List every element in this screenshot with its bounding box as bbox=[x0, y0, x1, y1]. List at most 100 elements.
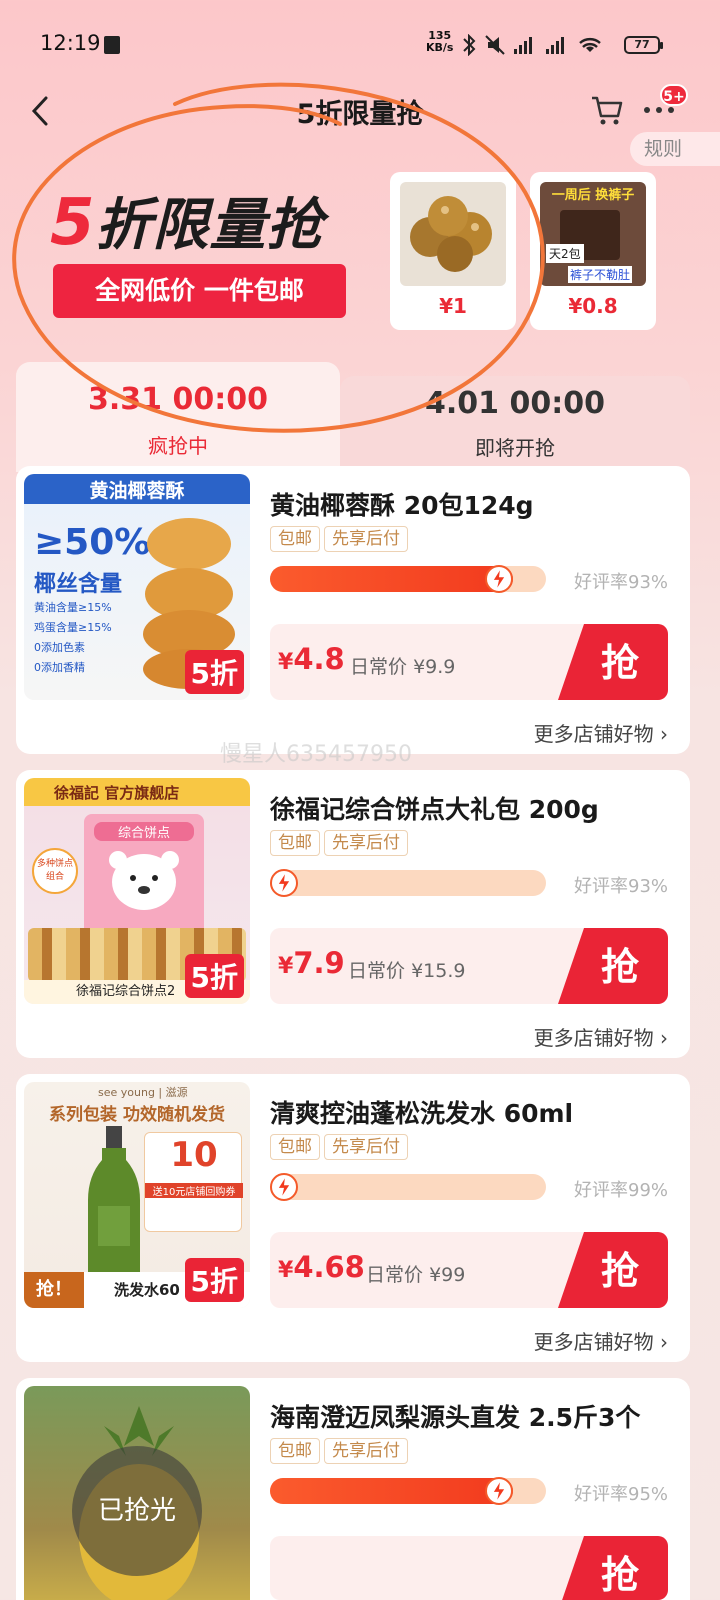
discount-badge: 5折 bbox=[184, 954, 244, 998]
tab-current-session[interactable]: 3.31 00:00 疯抢中 bbox=[16, 362, 340, 472]
image-grab-label: 抢！ bbox=[24, 1272, 84, 1308]
rating-text: 好评率95% bbox=[574, 1484, 669, 1505]
chevron-right-icon: › bbox=[660, 722, 668, 746]
image-banner-text: 黄油椰蓉酥 bbox=[89, 480, 185, 502]
product-image: 徐福記 官方旗舰店 综合饼点 多种饼点组合 徐福记综合饼点2 5折 bbox=[24, 778, 250, 1004]
daily-price-value: ¥9.9 bbox=[413, 656, 456, 678]
rules-button[interactable]: 规则 bbox=[630, 132, 720, 166]
product-card[interactable]: see young | 滋源 系列包装 功效随机发货 10 送10元店铺回购券 … bbox=[16, 1074, 690, 1362]
tag-pay-later: 先享后付 bbox=[324, 830, 408, 856]
grab-button-label: 抢 bbox=[601, 641, 640, 685]
mini-product-image: 一周后 换裤子 天2包 裤子不勒肚 bbox=[540, 182, 646, 286]
bear-illustration bbox=[109, 851, 179, 910]
lightning-icon bbox=[484, 1477, 513, 1505]
image-list-item: 0添加色素 bbox=[34, 641, 85, 654]
bottle-illustration bbox=[88, 1126, 140, 1280]
image-list-item: 0添加香精 bbox=[34, 661, 85, 674]
cart-icon[interactable] bbox=[590, 94, 624, 126]
mini-product-price: ¥0.8 bbox=[568, 294, 618, 318]
grab-button-label: 抢 bbox=[601, 945, 640, 989]
tag-list: 包邮 先享后付 bbox=[270, 526, 412, 552]
current-price: ¥7.9 bbox=[278, 946, 345, 980]
image-brand: see young | 滋源 bbox=[98, 1086, 188, 1099]
coupon-note: 送10元店铺回购券 bbox=[145, 1183, 243, 1198]
mini-product-card[interactable]: ¥1 bbox=[390, 172, 516, 330]
wifi-icon bbox=[579, 38, 601, 52]
more-shop-link[interactable]: 更多店铺好物 › bbox=[534, 1022, 668, 1051]
product-title[interactable]: 清爽控油蓬松洗发水 60ml bbox=[270, 1094, 573, 1130]
current-price: ¥4.8 bbox=[278, 642, 345, 676]
chevron-right-icon: › bbox=[660, 1330, 668, 1354]
product-title[interactable]: 徐福记综合饼点大礼包 200g bbox=[270, 790, 599, 826]
sim-icon bbox=[104, 36, 120, 54]
tab-time: 4.01 00:00 bbox=[425, 386, 605, 421]
image-list-item: 黄油含量≥15% bbox=[34, 601, 112, 614]
more-shop-link[interactable]: 更多店铺好物 › bbox=[534, 718, 668, 747]
banner-heading-accent: 5 bbox=[50, 186, 96, 260]
grab-button[interactable]: 抢 bbox=[558, 624, 668, 700]
battery-indicator: 77 bbox=[624, 36, 663, 54]
image-headline: 系列包装 功效随机发货 bbox=[49, 1105, 225, 1125]
product-image: see young | 滋源 系列包装 功效随机发货 10 送10元店铺回购券 … bbox=[24, 1082, 250, 1308]
product-title[interactable]: 海南澄迈凤梨源头直发 2.5斤3个 bbox=[270, 1398, 640, 1434]
mini-product-card[interactable]: 一周后 换裤子 天2包 裤子不勒肚 ¥0.8 bbox=[530, 172, 656, 330]
tab-status: 即将开抢 bbox=[475, 436, 555, 460]
lightning-icon bbox=[270, 869, 298, 897]
banner-tagline: 全网低价 一件包邮 bbox=[53, 264, 346, 318]
mini-image-label-top: 一周后 换裤子 bbox=[551, 188, 635, 203]
tag-free-shipping: 包邮 bbox=[270, 526, 320, 552]
sales-progress-bar bbox=[270, 1477, 546, 1505]
network-speed-unit: KB/s bbox=[426, 41, 454, 54]
daily-price: 日常价 ¥9.9 bbox=[350, 652, 455, 679]
product-image: 已抢光 bbox=[24, 1386, 250, 1600]
tab-next-session[interactable]: 4.01 00:00 即将开抢 bbox=[340, 376, 690, 472]
tag-list: 包邮 先享后付 bbox=[270, 830, 412, 856]
image-list-item: 鸡蛋含量≥15% bbox=[34, 621, 112, 634]
price-value: 4.8 bbox=[293, 642, 345, 676]
mute-icon bbox=[485, 35, 505, 55]
grab-button[interactable]: 抢 bbox=[558, 1232, 668, 1308]
rating-text: 好评率93% bbox=[574, 572, 669, 593]
product-card[interactable]: 已抢光 海南澄迈凤梨源头直发 2.5斤3个 包邮 先享后付 好评率95% 抢 bbox=[16, 1378, 690, 1600]
price-box: ¥4.68 日常价 ¥99 抢 bbox=[270, 1232, 668, 1308]
tab-status: 疯抢中 bbox=[148, 434, 208, 458]
image-sub-text: 椰丝含量 bbox=[34, 572, 123, 597]
mini-image-label-side: 天2包 bbox=[546, 244, 584, 263]
product-title[interactable]: 黄油椰蓉酥 20包124g bbox=[270, 486, 534, 522]
more-shop-link[interactable]: 更多店铺好物 › bbox=[534, 1326, 668, 1355]
grab-button-label: 抢 bbox=[601, 1553, 640, 1597]
grab-button-label: 抢 bbox=[601, 1249, 640, 1293]
rating-text: 好评率93% bbox=[574, 876, 669, 897]
current-price: ¥4.68 bbox=[278, 1250, 365, 1284]
price-box: ¥7.9 日常价 ¥15.9 抢 bbox=[270, 928, 668, 1004]
sales-progress-bar bbox=[270, 1173, 546, 1201]
banner-heading-text: 折限量抢 bbox=[95, 193, 324, 258]
watermark-text: 慢星人635457950 bbox=[220, 742, 412, 767]
mini-image-label-bottom: 裤子不勒肚 bbox=[568, 266, 633, 283]
progress-fill bbox=[270, 566, 513, 592]
daily-price: 日常价 ¥15.9 bbox=[348, 956, 465, 983]
image-big-text: ≥50% bbox=[34, 522, 151, 563]
more-shop-text: 更多店铺好物 bbox=[533, 1330, 654, 1354]
price-box: ¥4.8 日常价 ¥9.9 抢 bbox=[270, 624, 668, 700]
grab-button[interactable]: 抢 bbox=[558, 1536, 668, 1600]
image-banner-text: 徐福記 官方旗舰店 bbox=[54, 784, 180, 802]
notification-badge: 5+ bbox=[660, 84, 688, 106]
sales-progress-bar bbox=[270, 565, 546, 593]
status-bar: 12:19 135 KB/s 77 bbox=[0, 0, 720, 80]
daily-price-value: ¥99 bbox=[429, 1264, 466, 1286]
grab-button[interactable]: 抢 bbox=[558, 928, 668, 1004]
product-card[interactable]: 黄油椰蓉酥 ≥50% 椰丝含量 黄油含量≥15% 鸡蛋含量≥15% 0添加色素 … bbox=[16, 466, 690, 754]
product-card[interactable]: 徐福記 官方旗舰店 综合饼点 多种饼点组合 徐福记综合饼点2 5折 徐福记综合饼… bbox=[16, 770, 690, 1058]
daily-price-label: 日常价 bbox=[348, 960, 406, 982]
network-speed: 135 KB/s bbox=[426, 30, 453, 54]
banner-heading: 5折限量抢 bbox=[50, 180, 324, 261]
image-badge: 多种饼点组合 bbox=[32, 848, 78, 894]
tag-pay-later: 先享后付 bbox=[324, 1134, 408, 1160]
daily-price-label: 日常价 bbox=[366, 1264, 424, 1286]
tag-pay-later: 先享后付 bbox=[324, 526, 408, 552]
discount-badge: 5折 bbox=[184, 650, 244, 694]
currency-symbol: ¥ bbox=[278, 954, 294, 979]
signal-icon-1 bbox=[514, 37, 532, 54]
lightning-icon bbox=[270, 1173, 298, 1201]
